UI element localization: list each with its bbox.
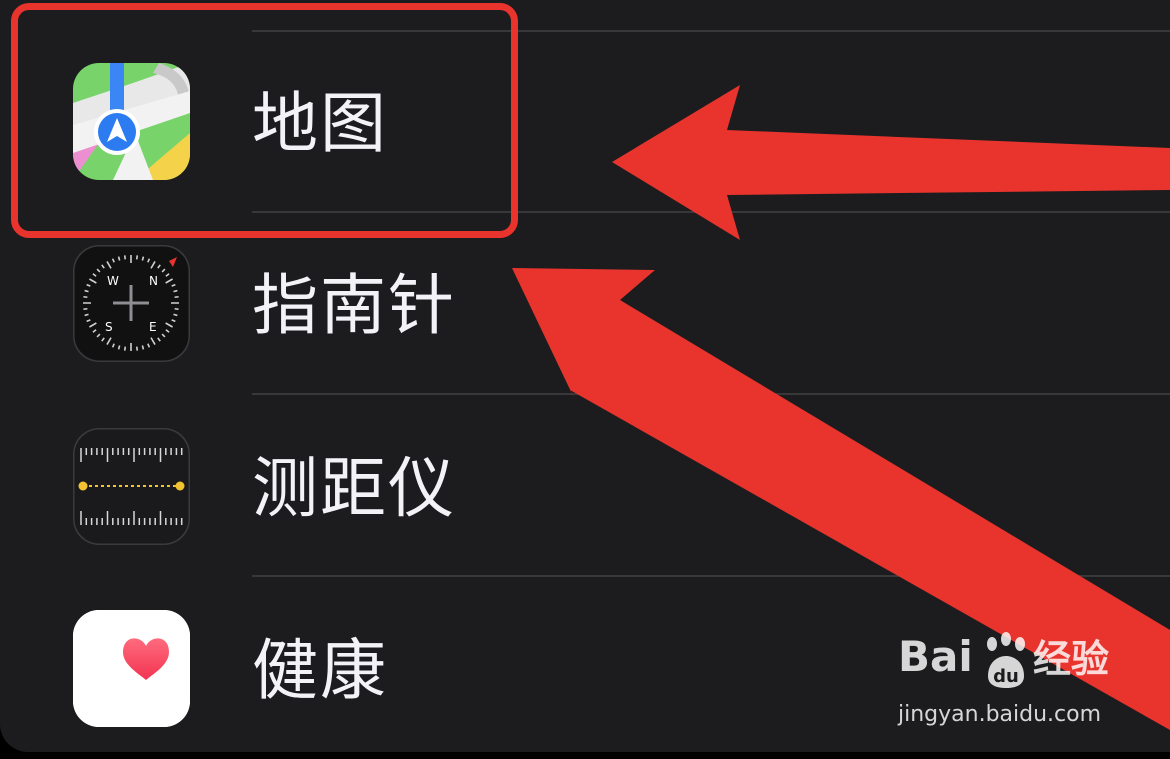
watermark-url: jingyan.baidu.com (898, 702, 1102, 727)
watermark-chinese-text: 经验 (1033, 637, 1110, 681)
screen: 地图 W N S E 指南针 测距仪 健康 Bai du 经验 jingyan.… (0, 0, 1170, 759)
arrow-to-maps (612, 85, 1170, 240)
watermark-paw-text: du (993, 666, 1019, 687)
watermark-logo-text: Bai (898, 632, 973, 681)
baidu-watermark: Bai du 经验 jingyan.baidu.com (898, 632, 1158, 742)
paw-icon: du (982, 632, 1030, 696)
